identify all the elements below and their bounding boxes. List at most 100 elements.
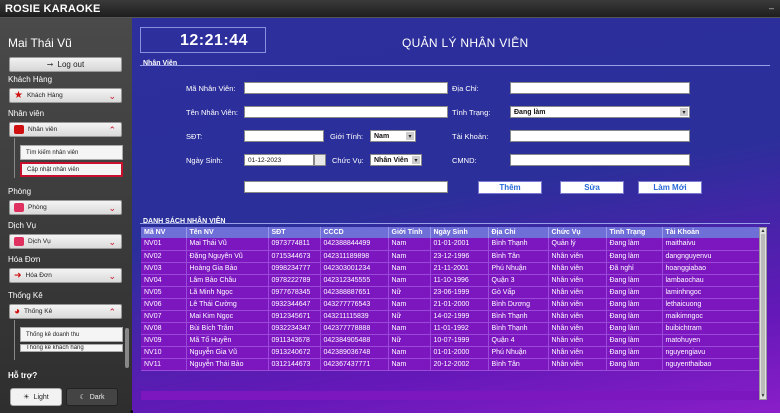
table-row[interactable]: NV03 Hoàng Gia Bảo 0998234777 042303001234 N… (141, 262, 760, 275)
sidebar-scrollbar[interactable] (125, 328, 129, 368)
scroll-thumb[interactable] (761, 234, 765, 394)
column-header[interactable]: Chức Vụ (548, 227, 607, 238)
table-cell: NV02 (141, 250, 187, 263)
employee-name-label: Tên Nhân Viên: (186, 108, 238, 117)
table-cell: 0978222789 (268, 274, 321, 287)
table-cell: 043211115839 (320, 310, 389, 323)
employee-name-input[interactable] (244, 106, 448, 118)
submenu-revenue-stats[interactable]: Thống kê doanh thu (20, 327, 123, 342)
table-cell: NV04 (141, 274, 187, 287)
employee-id-input[interactable] (244, 82, 448, 94)
table-cell: 23-12-1996 (430, 250, 489, 263)
refresh-button[interactable]: Làm Mới (638, 181, 702, 194)
add-button[interactable]: Thêm (478, 181, 542, 194)
account-input[interactable] (510, 130, 690, 142)
table-cell: 01-01-2000 (430, 346, 489, 359)
table-cell: Nam (388, 346, 431, 359)
table-row[interactable]: NV09 Mã Tố Huyền 0911343678 042384905488 Nữ 1… (141, 334, 760, 347)
phone-input[interactable] (244, 130, 324, 142)
menu-room-button[interactable]: Phòng ⌄ (9, 200, 122, 215)
table-row[interactable]: NV02 Đặng Nguyên Vũ 0715344673 042311189898… (141, 250, 760, 263)
table-cell: Quận 4 (488, 334, 549, 347)
table-cell: Quản lý (548, 238, 607, 251)
column-header[interactable]: Mã NV (141, 227, 187, 238)
column-header[interactable]: Tên NV (186, 227, 269, 238)
table-row[interactable]: NV10 Nguyễn Gia Vũ 0913240672 042389036748 N… (141, 346, 760, 359)
table-cell: laminhngoc (662, 286, 760, 299)
column-header[interactable]: Tài Khoản (662, 227, 760, 238)
submenu-search-staff[interactable]: Tìm kiếm nhân viên (20, 145, 123, 160)
dark-theme-button[interactable]: ☾ Dark (66, 388, 118, 406)
table-cell: NV03 (141, 262, 187, 275)
table-cell: Đang làm (606, 358, 663, 371)
table-cell: NV11 (141, 358, 187, 371)
table-cell: Nhân viên (548, 286, 607, 299)
address-input[interactable] (510, 82, 690, 94)
table-cell: Đang làm (606, 238, 663, 251)
table-cell: Lã Minh Ngọc (186, 286, 269, 299)
menu-customer-button[interactable]: ★ Khách Hàng ⌄ (9, 88, 122, 103)
position-select[interactable]: Nhân Viên ▾ (370, 154, 422, 166)
table-row[interactable]: NV08 Bùi Bích Trâm 0932234347 042377778888 N… (141, 322, 760, 335)
table-cell: Phú Nhuận (488, 262, 549, 275)
column-header[interactable]: Tình Trạng (606, 227, 663, 238)
table-cell: Bình Tân (488, 358, 549, 371)
table-cell: Nam (388, 322, 431, 335)
scroll-down-icon[interactable]: ▼ (760, 393, 766, 399)
table-cell: 042389036748 (320, 346, 389, 359)
table-cell: Bình Tân (488, 250, 549, 263)
column-header[interactable]: Ngày Sinh (430, 227, 489, 238)
submenu-customer-stats[interactable]: Thống kê khách hàng (20, 344, 123, 352)
table-row[interactable]: NV01 Mai Thái Vũ 0973774811 042388844499 Nam… (141, 238, 760, 251)
customer-icon: ★ (14, 90, 23, 101)
position-value: Nhân Viên (374, 156, 409, 164)
calendar-button[interactable] (314, 154, 326, 166)
table-empty-area (141, 391, 759, 400)
table-cell: Bình Thạnh (488, 322, 549, 335)
menu-stats-button[interactable]: ◕ Thống Kê ⌃ (9, 304, 122, 319)
table-body: NV01 Mai Thái Vũ 0973774811 042388844499 Nam… (141, 238, 760, 371)
section-label-room: Phòng (8, 187, 32, 196)
table-cell: 0913240672 (268, 346, 321, 359)
table-cell: 0911343678 (268, 334, 321, 347)
menu-invoice-button[interactable]: ➜ Hóa Đơn ⌄ (9, 268, 122, 283)
table-cell: 23-06-1999 (430, 286, 489, 299)
table-cell: 042388887651 (320, 286, 389, 299)
submenu-update-staff[interactable]: Cập nhật nhân viên (20, 162, 123, 177)
search-input[interactable] (244, 181, 448, 193)
column-header[interactable]: Địa Chỉ (488, 227, 549, 238)
minimize-button[interactable]: – (769, 3, 774, 13)
table-scrollbar[interactable]: ▲ ▼ (759, 227, 767, 400)
birthdate-input[interactable]: 01-12-2023 (244, 154, 314, 166)
status-label: Tình Trạng: (452, 108, 491, 117)
table-cell: Lê Thái Cường (186, 298, 269, 311)
column-header[interactable]: CCCD (320, 227, 389, 238)
table-cell: 11-01-1992 (430, 322, 489, 335)
table-cell: Bùi Bích Trâm (186, 322, 269, 335)
gender-select[interactable]: Nam ▾ (370, 130, 416, 142)
column-header[interactable]: Giới Tính (388, 227, 431, 238)
table-cell: Mã Tố Huyền (186, 334, 269, 347)
table-row[interactable]: NV04 Lâm Bảo Châu 0978222789 042312345555 Na… (141, 274, 760, 287)
menu-stats-label: Thống Kê (24, 308, 53, 315)
room-icon (14, 203, 24, 212)
table-cell: Đặng Nguyên Vũ (186, 250, 269, 263)
main-panel: 12:21:44 QUẢN LÝ NHÂN VIÊN Nhân Viên Mã … (132, 18, 780, 413)
edit-button[interactable]: Sửa (560, 181, 624, 194)
menu-staff-button[interactable]: Nhân viên ⌃ (9, 122, 122, 137)
status-select[interactable]: Đang làm ▾ (510, 106, 690, 118)
table-row[interactable]: NV11 Nguyễn Thái Bảo 0312144673 04236743777… (141, 358, 760, 371)
light-theme-button[interactable]: ☀ Light (10, 388, 62, 406)
submenu-guide-line (14, 320, 15, 360)
logout-button[interactable]: ➞ Log out (9, 57, 122, 72)
menu-service-label: Dịch Vụ (28, 238, 51, 245)
table-row[interactable]: NV06 Lê Thái Cường 0932344647 043277776543 N… (141, 298, 760, 311)
sun-icon: ☀ (23, 394, 30, 401)
column-header[interactable]: SĐT (268, 227, 321, 238)
help-label: Hỗ trợ? (8, 371, 38, 380)
table-cell: 10-07-1999 (430, 334, 489, 347)
table-row[interactable]: NV07 Mai Kim Ngọc 0912345671 043211115839 Nữ… (141, 310, 760, 323)
table-row[interactable]: NV05 Lã Minh Ngọc 0977678345 042388887651 Nữ… (141, 286, 760, 299)
menu-service-button[interactable]: Dịch Vụ ⌄ (9, 234, 122, 249)
id-card-input[interactable] (510, 154, 690, 166)
